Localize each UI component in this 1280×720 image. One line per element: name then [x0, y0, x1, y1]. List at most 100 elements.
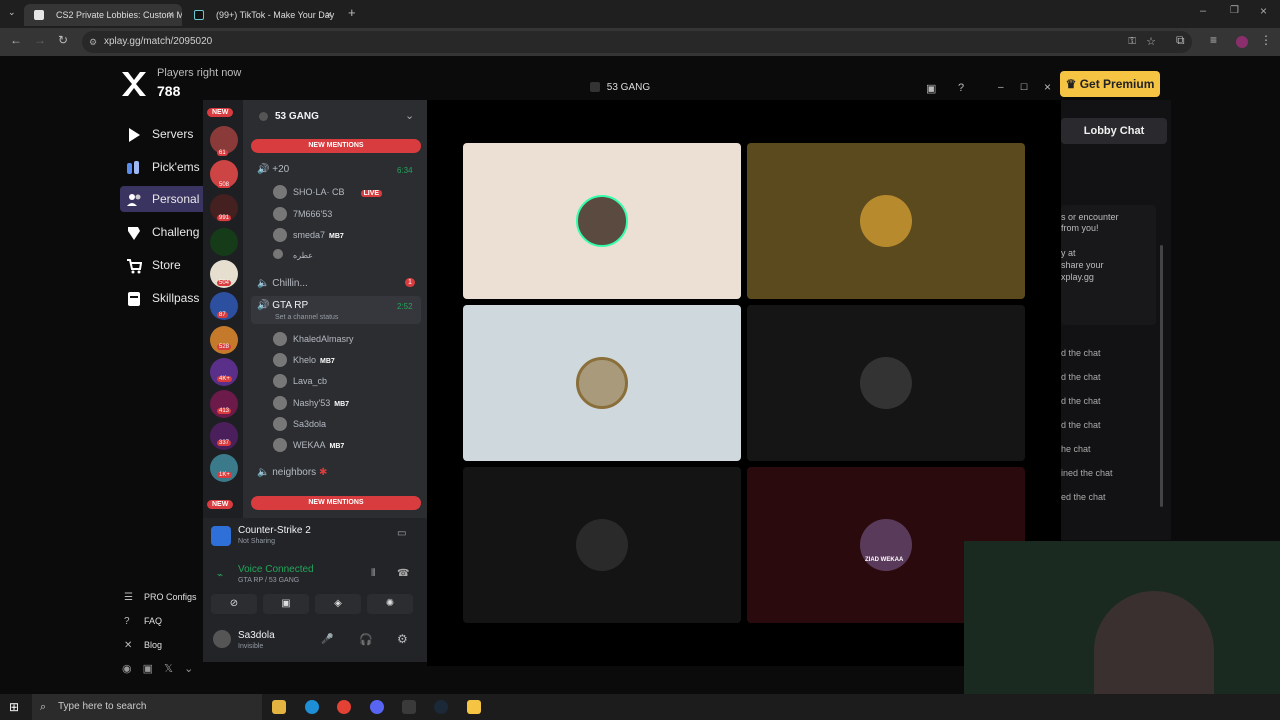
voice-user[interactable]: Lava_cb — [273, 374, 327, 388]
site-info-icon[interactable]: ⚙ — [89, 31, 97, 53]
taskbar-search-input[interactable]: ⌕ Type here to search — [32, 694, 262, 720]
windows-start-icon[interactable]: ⊞ — [9, 700, 19, 714]
link-pro-configs[interactable]: ☰ PRO Configs — [122, 592, 197, 603]
chat-line: d the chat — [1061, 348, 1101, 358]
noise-suppression-icon[interactable]: ⦀ — [371, 568, 375, 579]
extensions-icon[interactable]: ⧉ — [1176, 33, 1185, 48]
close-window-icon[interactable]: × — [1260, 4, 1267, 18]
server-name[interactable]: 53 GANG — [275, 111, 319, 122]
self-name[interactable]: Sa3dola — [238, 630, 275, 641]
microphone-icon[interactable]: 🎤 — [321, 634, 333, 645]
voice-connected-label[interactable]: Voice Connected — [238, 564, 314, 575]
edge-icon[interactable] — [305, 700, 319, 714]
soundboard-button[interactable]: ✺ — [367, 594, 413, 614]
voice-user[interactable]: Khelo MB7 — [273, 353, 335, 367]
inbox-icon[interactable]: ▣ — [926, 82, 936, 95]
more-icon[interactable]: ⌄ — [184, 663, 193, 675]
bookmark-star-icon[interactable]: ☆ — [1146, 31, 1156, 53]
nav-label: Personal — [152, 192, 200, 206]
minimize-icon[interactable]: – — [1200, 5, 1206, 17]
participant-tile[interactable] — [747, 305, 1025, 461]
disconnect-icon[interactable]: ☎ — [397, 568, 409, 579]
participant-tile[interactable] — [463, 143, 741, 299]
steam-icon[interactable] — [434, 700, 448, 714]
voice-channel-plus20[interactable]: 🔊 +20 — [257, 164, 289, 175]
help-icon[interactable]: ? — [958, 82, 964, 94]
participant-tile[interactable] — [747, 143, 1025, 299]
players-count: 788 — [157, 83, 181, 99]
server-badge: 413 — [217, 408, 232, 414]
chevron-down-icon[interactable]: ⌄ — [405, 109, 414, 122]
server-badge: 991 — [217, 215, 232, 221]
voice-channel-label[interactable]: GTA RP / 53 GANG — [238, 577, 299, 584]
camera-button[interactable]: ⊘ — [211, 594, 257, 614]
profile-avatar[interactable] — [1236, 36, 1248, 48]
voice-user[interactable]: Sa3dola — [273, 417, 326, 431]
tab-search-icon[interactable]: ⌄ — [8, 7, 16, 18]
list-icon: ☰ — [124, 592, 133, 603]
voice-user[interactable]: smeda7 MB7 — [273, 228, 344, 242]
voice-user[interactable]: KhaledAlmasry — [273, 332, 354, 346]
xplay-logo-icon[interactable] — [120, 70, 148, 98]
share-screen-button[interactable]: ▣ — [263, 594, 309, 614]
discord-maximize-icon[interactable]: ☐ — [1020, 82, 1028, 93]
voice-channel-neighbors[interactable]: 🔈 neighbors ✱ — [257, 467, 327, 478]
channel-status[interactable]: Set a channel status — [275, 314, 338, 321]
back-icon[interactable]: ← — [10, 33, 22, 47]
password-key-icon[interactable]: ⚿ — [1128, 31, 1136, 53]
discord-minimize-icon[interactable]: – — [998, 82, 1004, 93]
participant-tile[interactable] — [463, 467, 741, 623]
address-bar[interactable]: ⚙ xplay.gg/match/2095020 ⚿ ☆ — [82, 31, 1192, 53]
new-mentions-bar[interactable]: NEW MENTIONS — [251, 139, 421, 153]
settings-gear-icon[interactable]: ⚙ — [397, 632, 408, 646]
voice-user[interactable]: WEKAA MB7 — [273, 438, 344, 452]
xplay-taskbar-icon[interactable] — [467, 700, 481, 714]
restore-icon[interactable]: ❐ — [1230, 5, 1239, 16]
nav-skillpass[interactable]: Skillpass — [120, 285, 210, 311]
user-tag: MB7 — [329, 233, 344, 240]
voice-user[interactable]: عطره — [273, 249, 313, 260]
nav-servers[interactable]: Servers — [120, 121, 210, 147]
get-premium-button[interactable]: ♛ Get Premium — [1060, 71, 1160, 97]
voice-channel-gtarp[interactable]: 🔊 GTA RP — [257, 300, 308, 311]
participant-tile[interactable] — [463, 305, 741, 461]
nav-personal[interactable]: Personal — [120, 186, 210, 212]
x-twitter-icon[interactable]: 𝕏 — [164, 663, 173, 675]
lobby-chat-tab[interactable]: Lobby Chat — [1061, 118, 1167, 144]
discord-close-icon[interactable]: × — [1044, 80, 1051, 94]
voice-user[interactable]: SHO·LA· CB LIVE — [273, 185, 383, 199]
close-tab-icon[interactable]: × — [326, 4, 332, 26]
reload-icon[interactable]: ↻ — [58, 33, 68, 47]
discord-taskbar-icon[interactable] — [370, 700, 384, 714]
new-mentions-bar[interactable]: NEW MENTIONS — [251, 496, 421, 510]
voice-user[interactable]: 7M666'53 — [273, 207, 332, 221]
voice-channel-chillin[interactable]: 🔈 Chillin... — [257, 278, 308, 289]
voice-user[interactable]: Nashy'53 MB7 — [273, 396, 349, 410]
file-explorer-icon[interactable] — [272, 700, 286, 714]
new-tab-icon[interactable]: + — [348, 5, 356, 20]
self-avatar[interactable] — [213, 630, 231, 648]
server-icon[interactable] — [210, 228, 238, 256]
participant-avatar — [576, 519, 628, 571]
media-icon[interactable]: ≡ — [1210, 33, 1217, 47]
link-blog[interactable]: ✕ Blog — [122, 640, 162, 651]
nav-pickems[interactable]: Pick'ems — [120, 154, 210, 180]
discord-icon[interactable]: ◉ — [122, 663, 132, 675]
activities-button[interactable]: ◈ — [315, 594, 361, 614]
forward-icon[interactable]: → — [34, 33, 46, 47]
tab-tiktok[interactable]: (99+) TikTok - Make Your Day × — [184, 4, 340, 26]
chat-scrollbar[interactable] — [1160, 245, 1163, 507]
link-faq[interactable]: ? FAQ — [122, 616, 162, 627]
instagram-icon[interactable]: ▣ — [143, 663, 153, 675]
players-label: Players right now — [157, 67, 242, 79]
screen-share-icon[interactable]: ▭ — [397, 528, 406, 539]
xbox-icon[interactable] — [402, 700, 416, 714]
close-tab-icon[interactable]: × — [168, 4, 174, 26]
headphones-icon[interactable]: 🎧 — [359, 633, 373, 646]
server-status-dot — [259, 112, 268, 121]
menu-icon[interactable]: ⋮ — [1260, 33, 1272, 47]
chrome-icon[interactable] — [337, 700, 351, 714]
nav-store[interactable]: Store — [120, 252, 210, 278]
nav-challenges[interactable]: Challeng — [120, 219, 210, 245]
tab-xplay[interactable]: CS2 Private Lobbies: Custom M × — [24, 4, 182, 26]
